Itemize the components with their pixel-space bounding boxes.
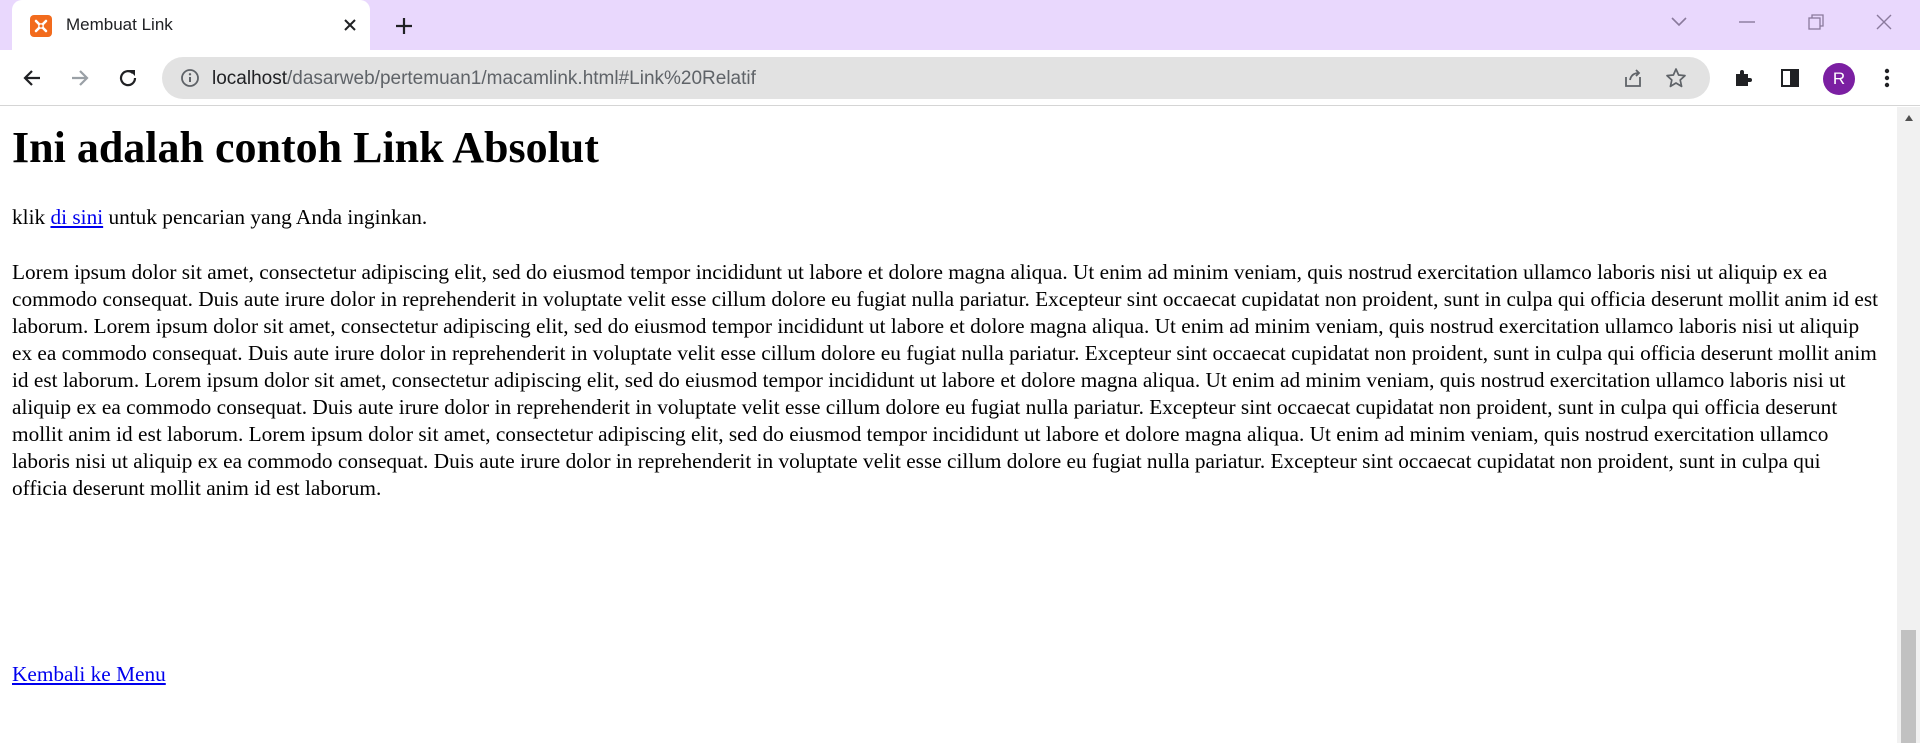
forward-icon[interactable] [64,62,96,94]
xampp-icon [30,15,52,37]
back-icon[interactable] [16,62,48,94]
minimize-icon[interactable] [1729,8,1765,36]
extensions-icon[interactable] [1727,62,1759,94]
site-info-icon[interactable] [176,64,204,92]
scroll-up-arrow-icon[interactable] [1897,107,1920,129]
reload-icon[interactable] [112,62,144,94]
restore-icon[interactable] [1798,8,1834,36]
lorem-paragraph: Lorem ipsum dolor sit amet, consectetur … [12,260,1879,500]
tab-title: Membuat Link [66,15,173,34]
side-panel-icon[interactable] [1774,62,1806,94]
bookmark-star-icon[interactable] [1662,64,1690,92]
back-to-menu-link[interactable]: Kembali ke Menu [12,662,166,686]
share-icon[interactable] [1620,64,1648,92]
close-tab-icon[interactable] [338,13,362,37]
vertical-scrollbar[interactable] [1897,107,1920,743]
back-paragraph: Kembali ke Menu [12,662,166,687]
tab-search-icon[interactable] [1661,8,1697,36]
scrollbar-thumb[interactable] [1901,630,1916,743]
page-heading: Ini adalah contoh Link Absolut [12,123,599,172]
url-host: localhost [212,68,287,89]
new-tab-icon[interactable] [390,12,418,40]
browser-toolbar: localhost/dasarweb/pertemuan1/macamlink.… [0,50,1920,106]
url-text[interactable]: localhost/dasarweb/pertemuan1/macamlink.… [212,68,756,90]
intro-prefix: klik [12,205,51,229]
tab-membuat-link[interactable]: Membuat Link [12,0,370,50]
profile-avatar[interactable]: R [1823,63,1855,95]
search-link[interactable]: di sini [50,205,103,229]
close-window-icon[interactable] [1866,8,1902,36]
url-path: /dasarweb/pertemuan1/macamlink.html#Link… [287,68,756,89]
intro-paragraph: klik di sini untuk pencarian yang Anda i… [12,205,427,230]
page-viewport: Ini adalah contoh Link Absolut klik di s… [0,107,1897,743]
menu-kebab-icon[interactable] [1871,62,1903,94]
intro-suffix: untuk pencarian yang Anda inginkan. [103,205,428,229]
address-bar[interactable]: localhost/dasarweb/pertemuan1/macamlink.… [162,57,1710,99]
tab-strip: Membuat Link [0,0,1920,50]
